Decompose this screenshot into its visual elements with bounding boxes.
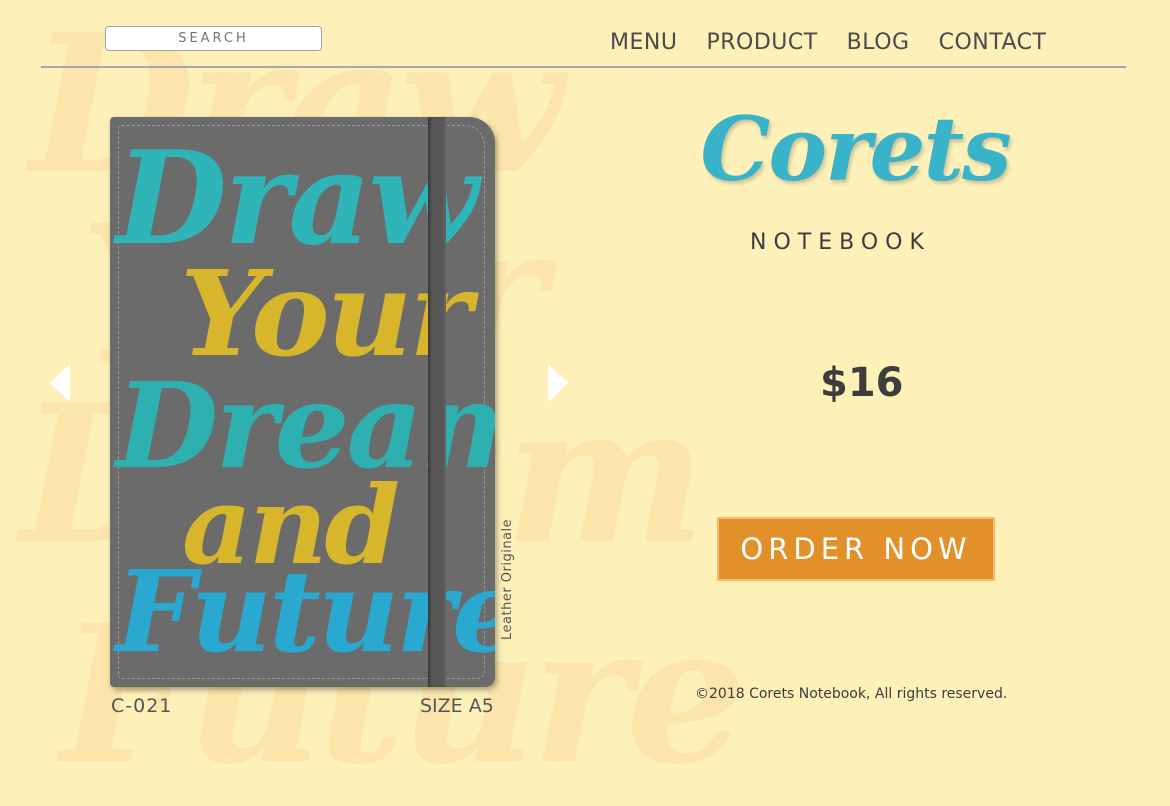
order-now-button[interactable]: ORDER NOW <box>717 517 995 581</box>
chevron-right-icon[interactable] <box>548 364 568 402</box>
nav-contact[interactable]: CONTACT <box>939 30 1047 55</box>
product-code: C-021 <box>111 695 173 717</box>
nav-menu[interactable]: MENU <box>610 30 677 55</box>
nav-product[interactable]: PRODUCT <box>706 30 817 55</box>
brand-logo: Corets <box>700 97 1011 201</box>
search-input[interactable] <box>105 26 322 51</box>
header-divider <box>41 66 1126 68</box>
price: $16 <box>820 360 904 406</box>
elastic-strap <box>428 117 446 687</box>
chevron-left-icon[interactable] <box>50 364 70 402</box>
product-size: SIZE A5 <box>420 695 494 717</box>
side-label: Leather Originale <box>500 518 515 640</box>
nav-blog[interactable]: BLOG <box>847 30 910 55</box>
notebook-image: Draw Your Dream and Future <box>110 117 495 687</box>
brand-subtitle: NOTEBOOK <box>750 230 931 255</box>
main-nav: MENU PRODUCT BLOG CONTACT <box>610 30 1075 55</box>
copyright-text: ©2018 Corets Notebook, All rights reserv… <box>695 686 1008 702</box>
